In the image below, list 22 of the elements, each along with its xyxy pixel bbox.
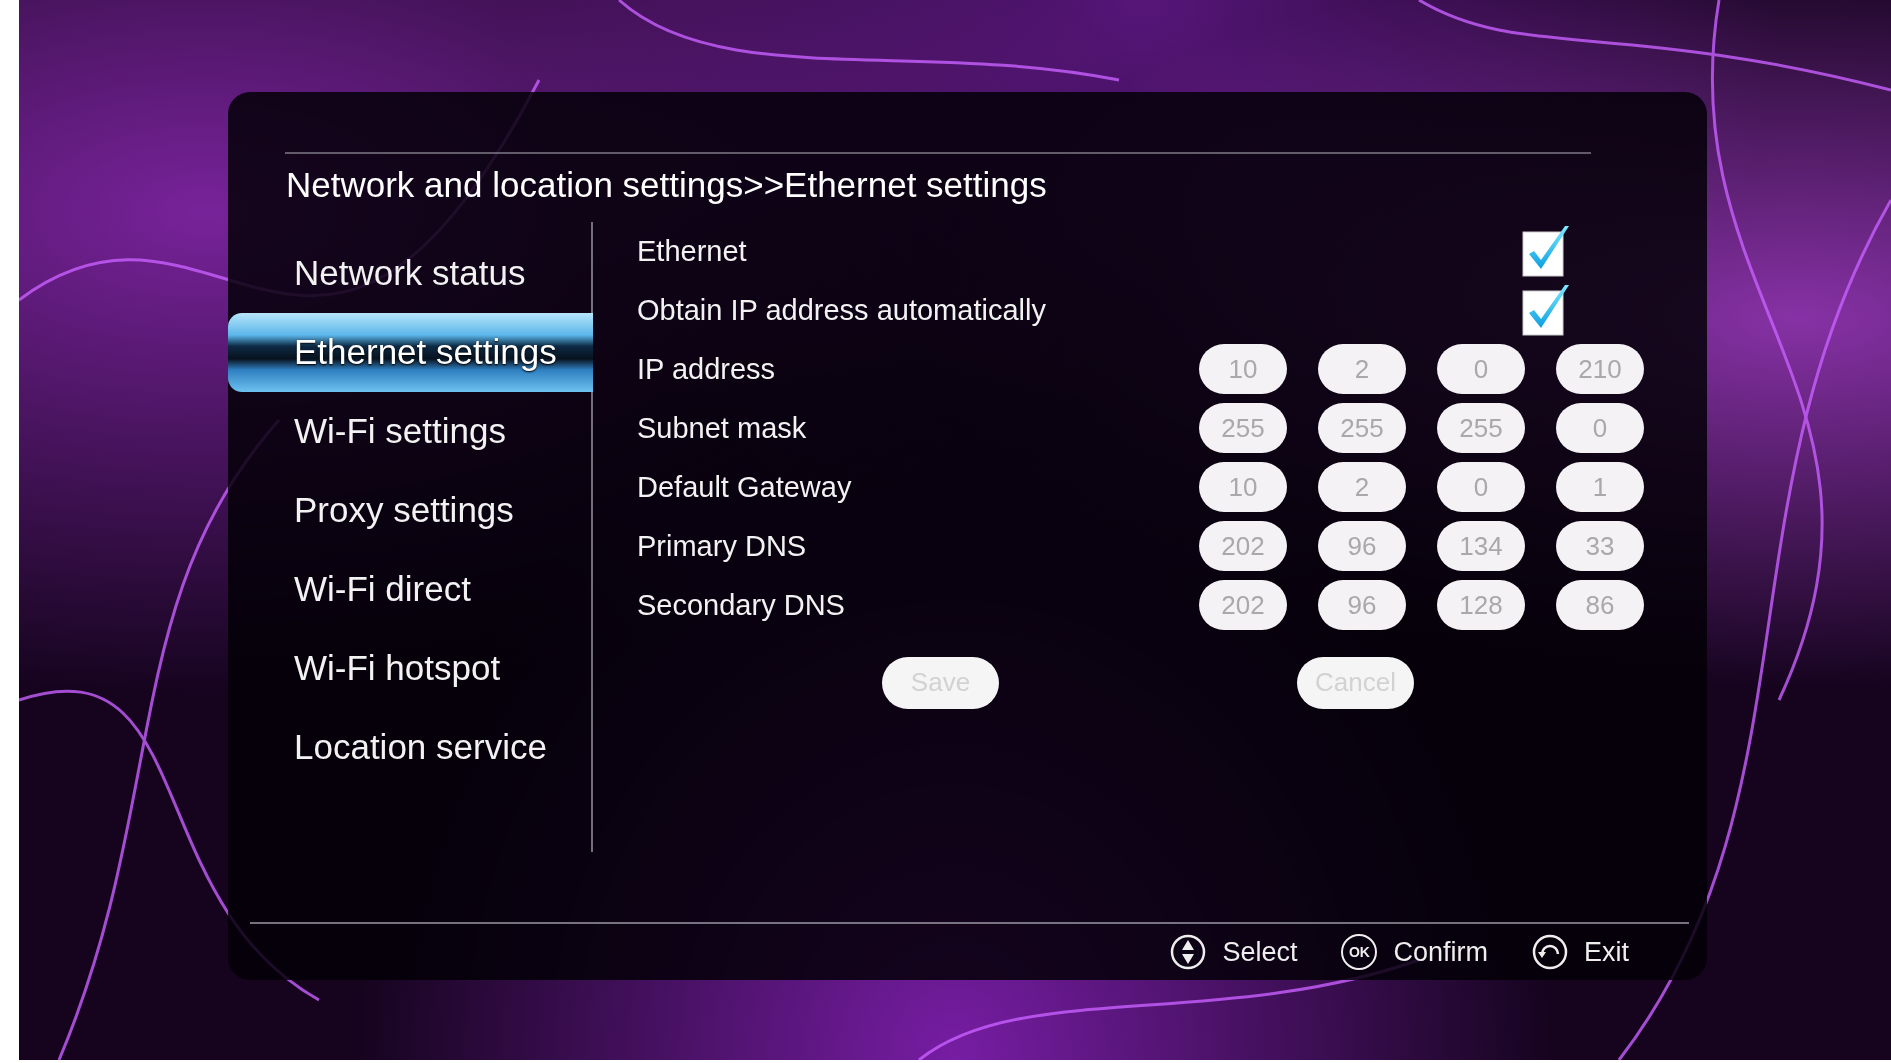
setting-label: Primary DNS (637, 529, 807, 563)
setting-label: Subnet mask (637, 411, 807, 445)
setting-label: IP address (637, 352, 776, 386)
sidebar-item[interactable]: Wi-Fi settings (228, 391, 593, 471)
sidebar-item[interactable]: Location service (228, 707, 593, 787)
setting-label: Ethernet (637, 234, 747, 268)
sidebar-item[interactable]: Wi-Fi direct (228, 549, 593, 629)
page-title: Network and location settings>>Ethernet settings (285, 152, 1591, 216)
ok-key-icon: OK (1341, 934, 1378, 971)
hint-label: Select (1222, 936, 1298, 968)
checkbox[interactable] (1521, 224, 1571, 279)
hint-label: Exit (1584, 936, 1629, 968)
setting-label: Secondary DNS (637, 588, 845, 622)
sidebar-item[interactable]: Wi-Fi hotspot (228, 628, 593, 708)
sidebar-item[interactable]: Ethernet settings (228, 312, 593, 392)
sidebar-item[interactable]: Proxy settings (228, 470, 593, 550)
setting-label: Default Gateway (637, 470, 852, 504)
sidebar-item[interactable]: Network status (228, 233, 593, 313)
up-down-arrows-icon (1170, 934, 1207, 971)
setting-label: Obtain IP address automatically (637, 293, 1046, 327)
checkbox[interactable] (1521, 283, 1571, 338)
hint-label: Confirm (1393, 936, 1488, 968)
